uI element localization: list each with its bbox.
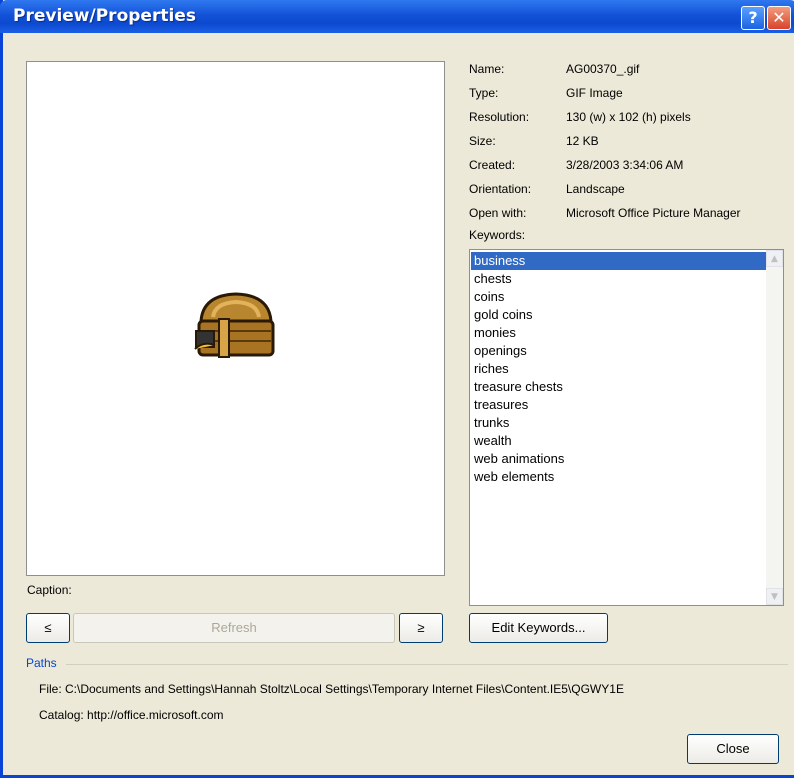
refresh-button[interactable]: Refresh xyxy=(73,613,395,643)
property-value: 12 KB xyxy=(566,134,599,148)
title-bar[interactable]: Preview/Properties ? ✕ xyxy=(0,0,794,33)
window-title: Preview/Properties xyxy=(13,6,196,26)
close-button[interactable]: Close xyxy=(687,734,779,764)
keyword-item[interactable]: openings xyxy=(471,342,768,360)
preview-properties-dialog: Preview/Properties ? ✕ Name: AG00370_.gi… xyxy=(0,0,794,778)
edit-keywords-button[interactable]: Edit Keywords... xyxy=(469,613,608,643)
scroll-up-icon[interactable]: ▲ xyxy=(766,250,783,267)
property-label: Orientation: xyxy=(469,182,532,196)
property-label: Created: xyxy=(469,158,516,172)
previous-image-button[interactable]: ≤ xyxy=(26,613,70,643)
paths-divider xyxy=(66,664,788,665)
keyword-item[interactable]: business xyxy=(471,252,768,270)
property-label: Type: xyxy=(469,86,499,100)
property-label: Resolution: xyxy=(469,110,530,124)
property-label: Name: xyxy=(469,62,505,76)
caption-label: Caption: xyxy=(27,583,72,597)
keyword-item[interactable]: trunks xyxy=(471,414,768,432)
keywords-label: Keywords: xyxy=(469,228,526,242)
property-value: 3/28/2003 3:34:06 AM xyxy=(566,158,684,172)
keywords-listbox[interactable]: business chests coins gold coins monies … xyxy=(469,249,784,606)
image-preview-pane xyxy=(26,61,445,576)
keywords-scrollbar[interactable]: ▲ ▼ xyxy=(766,250,783,605)
property-value: GIF Image xyxy=(566,86,623,100)
keyword-item[interactable]: chests xyxy=(471,270,768,288)
property-label: Open with: xyxy=(469,206,527,220)
paths-section-label: Paths xyxy=(26,656,57,670)
keyword-item[interactable]: treasures xyxy=(471,396,768,414)
keyword-item[interactable]: web animations xyxy=(471,450,768,468)
keyword-item[interactable]: treasure chests xyxy=(471,378,768,396)
property-value: Microsoft Office Picture Manager xyxy=(566,206,741,220)
property-value: AG00370_.gif xyxy=(566,62,640,76)
catalog-path: Catalog: http://office.microsoft.com xyxy=(39,708,224,722)
help-button[interactable]: ? xyxy=(741,6,765,30)
property-label: Size: xyxy=(469,134,496,148)
scroll-down-icon[interactable]: ▼ xyxy=(766,588,783,605)
next-image-button[interactable]: ≥ xyxy=(399,613,443,643)
file-path: File: C:\Documents and Settings\Hannah S… xyxy=(39,682,624,696)
keyword-item[interactable]: wealth xyxy=(471,432,768,450)
keyword-item[interactable]: coins xyxy=(471,288,768,306)
keyword-item[interactable]: monies xyxy=(471,324,768,342)
keyword-item[interactable]: gold coins xyxy=(471,306,768,324)
keyword-item[interactable]: web elements xyxy=(471,468,768,486)
keyword-item[interactable]: riches xyxy=(471,360,768,378)
property-value: 130 (w) x 102 (h) pixels xyxy=(566,110,691,124)
treasure-chest-image xyxy=(194,292,275,358)
property-value: Landscape xyxy=(566,182,625,196)
close-window-button[interactable]: ✕ xyxy=(767,6,791,30)
